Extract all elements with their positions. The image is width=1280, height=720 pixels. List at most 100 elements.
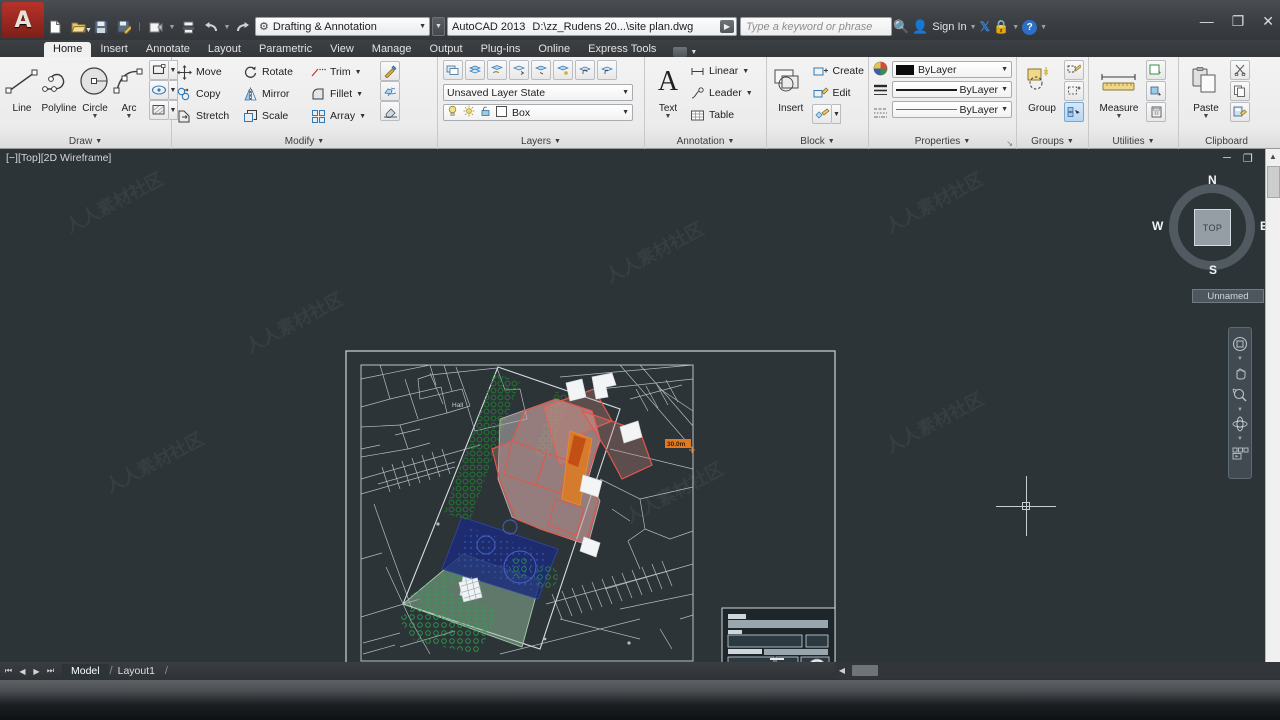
tab-plugins[interactable]: Plug-ins <box>472 42 530 57</box>
tab-insert[interactable]: Insert <box>91 42 137 57</box>
modify-array-button[interactable]: Array ▼ <box>310 105 378 127</box>
security-lock-icon[interactable]: 🔒 <box>993 19 1009 35</box>
measure-button[interactable]: Measure ▼ <box>1093 60 1145 120</box>
modify-mirror-button[interactable]: Mirror <box>242 83 310 105</box>
qat-dropdown-icon[interactable]: ▼ <box>168 24 176 31</box>
ucs-selector[interactable]: Unnamed <box>1192 289 1264 303</box>
drawing-viewport[interactable]: [−][Top][2D Wireframe] ─ ❐ ✕ 人人素材社区 人人素材… <box>0 149 1280 663</box>
scroll-thumb[interactable] <box>1267 166 1280 198</box>
open-file-button[interactable] <box>67 16 89 38</box>
panel-utilities-title[interactable]: Utilities ▼ <box>1089 134 1178 149</box>
layer-unlocked-icon[interactable] <box>480 105 491 120</box>
view-cube[interactable]: TOP N S E W <box>1152 173 1268 277</box>
tab-parametric[interactable]: Parametric <box>250 42 321 57</box>
modify-stretch-button[interactable]: Stretch <box>176 105 242 127</box>
chevron-down-icon[interactable]: ▼ <box>356 91 363 98</box>
draw-arc-button[interactable]: Arc ▼ <box>112 60 146 120</box>
tab-output[interactable]: Output <box>421 42 472 57</box>
linetype-dropdown[interactable]: ByLayer ▼ <box>892 101 1012 118</box>
redo-button[interactable] <box>232 16 254 38</box>
erase-button[interactable] <box>380 101 400 121</box>
tab-online[interactable]: Online <box>529 42 579 57</box>
view-cube-north[interactable]: N <box>1208 173 1217 187</box>
search-icon[interactable]: 🔍 <box>893 19 909 35</box>
chevron-down-icon[interactable]: ▼ <box>1237 356 1243 362</box>
layer-off-button[interactable] <box>531 60 551 80</box>
exchange-apps-icon[interactable]: 𝕏 <box>980 19 990 35</box>
sign-in-dropdown-icon[interactable]: ▼ <box>970 24 977 31</box>
lineweight-dropdown[interactable]: ByLayer ▼ <box>892 81 1012 98</box>
pan-icon[interactable] <box>1230 363 1250 383</box>
properties-color-icon[interactable] <box>873 61 888 81</box>
vertical-scrollbar[interactable]: ▲ <box>1265 149 1280 663</box>
calculator-button[interactable] <box>1146 102 1166 122</box>
view-cube-south[interactable]: S <box>1209 263 1217 277</box>
save-file-button[interactable] <box>90 16 112 38</box>
tab-model[interactable]: Model / <box>62 664 113 678</box>
horizontal-scrollbar[interactable]: ◀ <box>835 662 1280 679</box>
tab-annotate[interactable]: Annotate <box>137 42 199 57</box>
block-create-button[interactable]: Create <box>812 60 864 82</box>
view-cube-top-face[interactable]: TOP <box>1194 209 1231 246</box>
annotation-linear-button[interactable]: Linear ▼ <box>689 60 753 82</box>
block-edit-button[interactable]: Edit <box>812 82 864 104</box>
search-input[interactable]: Type a keyword or phrase <box>740 17 892 36</box>
draw-circle-button[interactable]: Circle ▼ <box>78 60 112 120</box>
annotation-text-button[interactable]: A Text ▼ <box>649 60 687 120</box>
chevron-down-icon[interactable]: ▼ <box>126 113 133 120</box>
panel-modify-title[interactable]: Modify ▼ <box>172 134 437 149</box>
chevron-down-icon[interactable]: ▼ <box>355 69 362 76</box>
hscroll-thumb[interactable] <box>852 665 878 676</box>
modify-move-button[interactable]: Move <box>176 61 242 83</box>
undo-dropdown-icon[interactable]: ▼ <box>223 24 231 31</box>
layer-freeze-button[interactable] <box>509 60 529 80</box>
security-dropdown-icon[interactable]: ▼ <box>1012 24 1019 31</box>
panel-layers-title[interactable]: Layers ▼ <box>438 134 644 149</box>
chevron-down-icon[interactable]: ▼ <box>359 113 366 120</box>
match-properties-button[interactable] <box>380 61 400 81</box>
chevron-down-icon[interactable]: ▼ <box>1203 113 1210 120</box>
block-insert-button[interactable]: Insert <box>771 60 810 114</box>
chevron-down-icon[interactable]: ▼ <box>665 113 672 120</box>
chevron-down-icon[interactable]: ▼ <box>742 68 749 75</box>
group-edit-button[interactable] <box>1064 81 1084 101</box>
cut-button[interactable] <box>1230 60 1250 80</box>
tab-manage[interactable]: Manage <box>363 42 421 57</box>
modify-rotate-button[interactable]: Rotate <box>242 61 310 83</box>
layer-unisolate-button[interactable] <box>487 60 507 80</box>
chevron-down-icon[interactable]: ▼ <box>1237 407 1243 413</box>
tab-view[interactable]: View <box>321 42 363 57</box>
panel-block-title[interactable]: Block ▼ <box>767 134 868 149</box>
panel-draw-title[interactable]: Draw ▼ <box>0 134 171 149</box>
help-icon[interactable]: ? <box>1022 19 1038 35</box>
showmotion-icon[interactable] <box>1230 443 1250 463</box>
explode-button[interactable] <box>380 81 400 101</box>
group-selection-toggle-button[interactable] <box>1064 102 1084 122</box>
plot-preview-button[interactable] <box>145 16 167 38</box>
modify-fillet-button[interactable]: Fillet ▼ <box>310 83 378 105</box>
color-dropdown[interactable]: ByLayer ▼ <box>892 61 1012 78</box>
paste-button[interactable]: Paste ▼ <box>1183 60 1229 120</box>
scroll-up-button[interactable]: ▲ <box>1266 149 1280 164</box>
layer-on-button[interactable] <box>553 60 573 80</box>
scroll-left-button[interactable]: ◀ <box>835 666 849 675</box>
layer-on-icon[interactable] <box>447 105 458 120</box>
block-edit-attribute-button[interactable] <box>812 104 833 124</box>
tab-layout1[interactable]: Layout1 / <box>109 664 168 678</box>
first-layout-button[interactable]: ⏮ <box>2 664 15 678</box>
undo-button[interactable] <box>200 16 222 38</box>
last-layout-button[interactable]: ⏭ <box>44 664 57 678</box>
layer-unlock-button[interactable] <box>597 60 617 80</box>
panel-annotation-title[interactable]: Annotation ▼ <box>645 134 766 149</box>
next-layout-button[interactable]: ▶ <box>30 664 43 678</box>
properties-lineweight-icon[interactable] <box>873 84 888 103</box>
layer-isolate-button[interactable] <box>465 60 485 80</box>
quick-select-button[interactable] <box>1146 60 1166 80</box>
help-dropdown-icon[interactable]: ▼ <box>1040 24 1047 31</box>
layer-lock-button[interactable] <box>575 60 595 80</box>
paste-special-button[interactable] <box>1230 102 1250 122</box>
ribbon-display-options[interactable]: ▼ <box>673 47 697 57</box>
draw-polyline-button[interactable]: Polyline <box>40 60 78 114</box>
properties-dialog-launcher[interactable]: ↘ <box>1006 139 1013 148</box>
tab-home[interactable]: Home <box>44 42 92 57</box>
